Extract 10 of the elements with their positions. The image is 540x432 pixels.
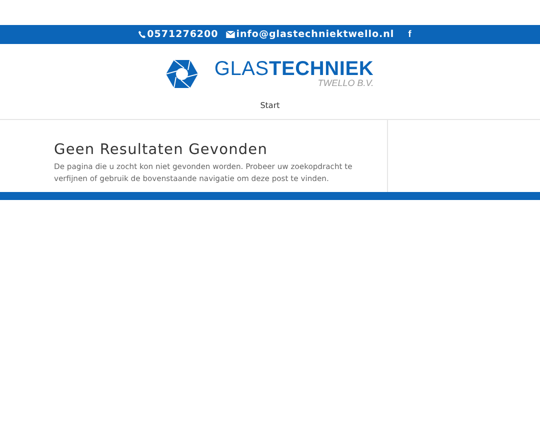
logo-wordmark: GLASTECHNIEK [214,59,374,79]
email-link[interactable]: info@glastechniektwello.nl [236,29,394,40]
hexagon-logo-icon [166,60,198,88]
nav-link[interactable]: Start [260,101,280,110]
phone-icon [138,30,146,39]
phone-link[interactable]: 0571276200 [147,29,218,40]
page-heading: Geen Resultaten Gevonden [54,142,268,158]
logo-subtitle: TWELLO B.V. [318,79,374,88]
mail-icon [226,31,236,38]
facebook-link[interactable]: f [408,29,412,40]
